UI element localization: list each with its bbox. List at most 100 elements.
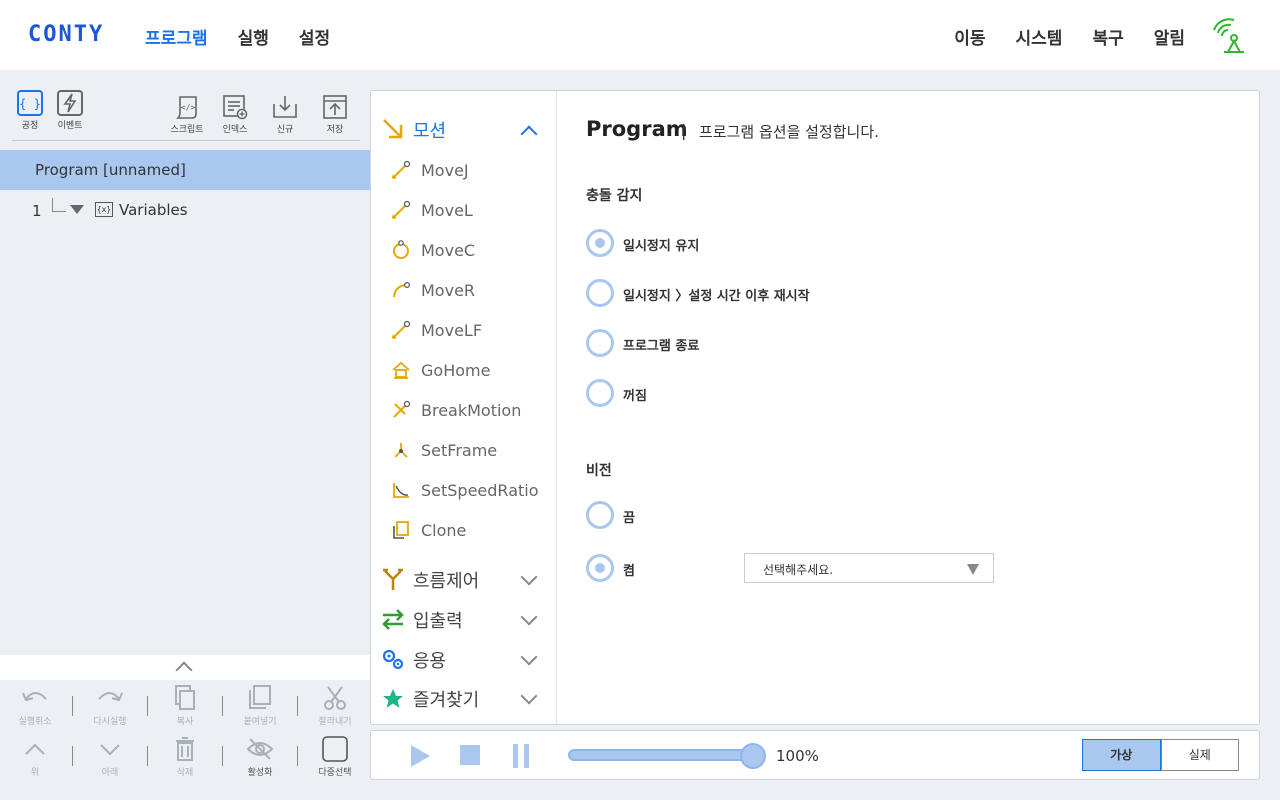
category-application[interactable]: 응용 [371, 641, 556, 677]
index-tool[interactable]: 인덱스 [216, 94, 254, 135]
speed-slider-knob[interactable] [740, 743, 766, 769]
trash-icon [176, 737, 194, 761]
page-description: 프로그램 옵션을 설정합니다. [699, 123, 879, 141]
main-nav: 프로그램 실행 설정 [145, 24, 330, 49]
motion-arrow-icon [383, 119, 403, 139]
command-gohome[interactable]: GoHome [371, 350, 556, 390]
nav-notification[interactable]: 알림 [1154, 24, 1185, 49]
program-editor-card: 모션 MoveJ MoveL MoveC MoveR MoveLF GoHome [370, 90, 1260, 725]
undo-button[interactable]: 실행취소 [0, 685, 70, 727]
radio-vision-off[interactable] [586, 501, 614, 529]
redo-button[interactable]: 다시실행 [75, 685, 145, 727]
play-button[interactable] [411, 745, 430, 767]
nav-settings[interactable]: 설정 [299, 24, 330, 49]
command-clone[interactable]: Clone [371, 510, 556, 550]
virtual-mode-button[interactable]: 가상 [1082, 739, 1161, 771]
tree-root-program[interactable]: Program [unnamed] [0, 150, 370, 190]
vision-select-dropdown[interactable]: 선택해주세요. [744, 553, 994, 583]
svg-text:{ }: { } [19, 97, 41, 111]
save-tool[interactable]: 저장 [318, 94, 352, 135]
category-io[interactable]: 입출력 [371, 601, 556, 637]
redo-icon [98, 692, 123, 702]
paste-button[interactable]: 붙여넣기 [225, 685, 295, 727]
command-movelf[interactable]: MoveLF [371, 310, 556, 350]
nav-system[interactable]: 시스템 [1016, 24, 1063, 49]
cut-button[interactable]: 잘라내기 [300, 685, 370, 727]
index-icon [223, 95, 248, 120]
nav-run[interactable]: 실행 [238, 24, 269, 49]
speed-ratio-icon [393, 483, 409, 498]
radio-collision-pause-restart[interactable] [586, 279, 614, 307]
dropdown-arrow-icon [967, 564, 979, 575]
pause-button[interactable] [513, 744, 529, 768]
edit-separator [72, 746, 73, 766]
expand-triangle-icon[interactable] [70, 205, 84, 214]
real-mode-button[interactable]: 실제 [1160, 739, 1239, 771]
edit-toolbar-toggle[interactable] [0, 655, 370, 680]
command-palette: 모션 MoveJ MoveL MoveC MoveR MoveLF GoHome [371, 91, 557, 724]
edit-separator [297, 696, 298, 716]
toolbar-divider [12, 140, 360, 141]
svg-text:</>: </> [181, 103, 196, 112]
collision-detection-label: 충돌 감지 [586, 188, 643, 204]
command-breakmotion[interactable]: BreakMotion [371, 390, 556, 430]
copy-button[interactable]: 복사 [150, 685, 220, 727]
page-title: Program [586, 117, 688, 141]
command-movej[interactable]: MoveJ [371, 150, 556, 190]
radio-collision-program-exit[interactable] [586, 329, 614, 357]
nav-move[interactable]: 이동 [954, 24, 985, 49]
chevron-down-icon [520, 687, 538, 705]
copy-icon [175, 685, 195, 710]
connection-signal-icon[interactable] [1210, 16, 1250, 54]
move-up-button[interactable]: 위 [0, 736, 70, 778]
arrow-up-icon [25, 743, 45, 755]
nav-program[interactable]: 프로그램 [145, 24, 208, 49]
paste-icon [249, 685, 271, 709]
undo-icon [22, 692, 47, 702]
radio-collision-pause-hold[interactable] [586, 229, 614, 257]
radio-collision-off[interactable] [586, 379, 614, 407]
home-icon [392, 361, 410, 379]
delete-button[interactable]: 삭제 [150, 736, 220, 778]
movelf-icon [392, 320, 411, 339]
new-icon [273, 96, 297, 118]
command-setspeedratio[interactable]: SetSpeedRatio [371, 470, 556, 510]
movel-icon [392, 200, 411, 219]
command-movel[interactable]: MoveL [371, 190, 556, 230]
activate-button[interactable]: 활성화 [225, 736, 295, 778]
scissors-icon [324, 686, 346, 710]
movec-icon [393, 240, 409, 259]
new-tool[interactable]: 신규 [268, 94, 302, 135]
radio-vision-on[interactable] [586, 554, 614, 582]
tree-item-variables[interactable]: 1 {x} Variables [0, 190, 370, 230]
move-down-button[interactable]: 아래 [75, 736, 145, 778]
speed-slider[interactable] [568, 749, 748, 761]
title-separator: | [681, 121, 687, 140]
flow-control-icon [383, 568, 403, 590]
edit-toolbar: 실행취소 다시실행 복사 붙여넣기 잘라내기 위 아래 삭제 활성화 다중선택 [0, 680, 370, 800]
variables-icon: {x} [95, 202, 113, 217]
script-tool[interactable]: </> 스크립트 [167, 94, 207, 135]
square-icon [322, 736, 348, 762]
app-logo[interactable]: CONTY [28, 22, 104, 47]
nav-recovery[interactable]: 복구 [1092, 24, 1123, 49]
command-movec[interactable]: MoveC [371, 230, 556, 270]
process-tool[interactable]: { } 공정 [15, 90, 45, 131]
command-setframe[interactable]: SetFrame [371, 430, 556, 470]
edit-separator [147, 696, 148, 716]
vision-label: 비전 [586, 463, 612, 479]
event-tool[interactable]: 이벤트 [52, 90, 88, 131]
edit-separator [222, 696, 223, 716]
chevron-down-icon [520, 648, 538, 666]
io-arrows-icon [382, 609, 404, 630]
category-favorites[interactable]: 즐겨찾기 [371, 680, 556, 716]
movej-icon [392, 160, 411, 179]
multi-select-button[interactable]: 다중선택 [300, 736, 370, 778]
command-mover[interactable]: MoveR [371, 270, 556, 310]
edit-separator [222, 746, 223, 766]
edit-separator [147, 746, 148, 766]
category-flow-control[interactable]: 흐름제어 [371, 561, 556, 597]
stop-button[interactable] [460, 745, 480, 765]
eye-off-icon [246, 738, 274, 760]
category-motion[interactable]: 모션 [371, 111, 556, 147]
